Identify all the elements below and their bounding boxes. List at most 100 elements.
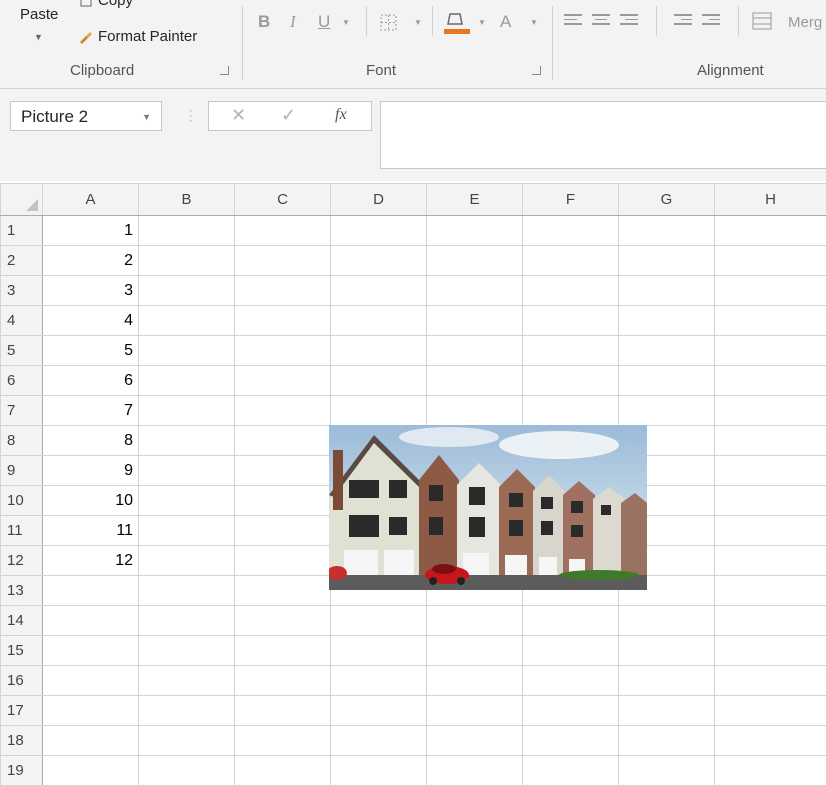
cell-f17[interactable] bbox=[523, 696, 619, 726]
underline-dropdown-icon[interactable]: ▼ bbox=[342, 18, 350, 27]
row-header[interactable]: 7 bbox=[1, 396, 43, 426]
cell-b14[interactable] bbox=[139, 606, 235, 636]
cell-h1[interactable] bbox=[715, 216, 826, 246]
column-header[interactable]: D bbox=[331, 184, 427, 216]
cell-b4[interactable] bbox=[139, 306, 235, 336]
cell-e19[interactable] bbox=[427, 756, 523, 786]
cell-h17[interactable] bbox=[715, 696, 826, 726]
fill-color-dropdown-icon[interactable]: ▼ bbox=[478, 18, 486, 27]
cell-c12[interactable] bbox=[235, 546, 331, 576]
cell-f4[interactable] bbox=[523, 306, 619, 336]
borders-button[interactable] bbox=[380, 14, 398, 37]
cell-f1[interactable] bbox=[523, 216, 619, 246]
cell-c4[interactable] bbox=[235, 306, 331, 336]
cell-e15[interactable] bbox=[427, 636, 523, 666]
cell-g7[interactable] bbox=[619, 396, 715, 426]
row-header[interactable]: 11 bbox=[1, 516, 43, 546]
cell-b13[interactable] bbox=[139, 576, 235, 606]
select-all-button[interactable] bbox=[1, 184, 43, 216]
cell-e1[interactable] bbox=[427, 216, 523, 246]
cell-g5[interactable] bbox=[619, 336, 715, 366]
cell-h16[interactable] bbox=[715, 666, 826, 696]
formula-input[interactable] bbox=[380, 101, 826, 169]
decrease-indent-icon[interactable] bbox=[674, 14, 692, 28]
cell-d19[interactable] bbox=[331, 756, 427, 786]
row-header[interactable]: 6 bbox=[1, 366, 43, 396]
cell-d4[interactable] bbox=[331, 306, 427, 336]
column-header[interactable]: C bbox=[235, 184, 331, 216]
cell-a13[interactable] bbox=[43, 576, 139, 606]
cell-h13[interactable] bbox=[715, 576, 826, 606]
cell-a16[interactable] bbox=[43, 666, 139, 696]
increase-indent-icon[interactable] bbox=[702, 14, 720, 28]
cell-h10[interactable] bbox=[715, 486, 826, 516]
cell-c9[interactable] bbox=[235, 456, 331, 486]
cell-g19[interactable] bbox=[619, 756, 715, 786]
cell-a6[interactable]: 6 bbox=[43, 366, 139, 396]
font-color-button[interactable]: A bbox=[500, 12, 511, 32]
cell-a19[interactable] bbox=[43, 756, 139, 786]
font-color-dropdown-icon[interactable]: ▼ bbox=[530, 18, 538, 27]
align-left-icon[interactable] bbox=[564, 14, 582, 28]
cell-d1[interactable] bbox=[331, 216, 427, 246]
format-painter-button[interactable]: Format Painter bbox=[78, 28, 197, 45]
cell-f16[interactable] bbox=[523, 666, 619, 696]
fill-color-button[interactable] bbox=[444, 10, 472, 41]
cell-g18[interactable] bbox=[619, 726, 715, 756]
townhouse-picture[interactable] bbox=[329, 425, 647, 590]
row-header[interactable]: 9 bbox=[1, 456, 43, 486]
cell-e4[interactable] bbox=[427, 306, 523, 336]
cell-a12[interactable]: 12 bbox=[43, 546, 139, 576]
row-header[interactable]: 18 bbox=[1, 726, 43, 756]
column-header[interactable]: B bbox=[139, 184, 235, 216]
cell-g16[interactable] bbox=[619, 666, 715, 696]
cell-f3[interactable] bbox=[523, 276, 619, 306]
cell-c19[interactable] bbox=[235, 756, 331, 786]
cell-c15[interactable] bbox=[235, 636, 331, 666]
cell-c6[interactable] bbox=[235, 366, 331, 396]
cell-e6[interactable] bbox=[427, 366, 523, 396]
cell-e3[interactable] bbox=[427, 276, 523, 306]
cell-a15[interactable] bbox=[43, 636, 139, 666]
cell-a1[interactable]: 1 bbox=[43, 216, 139, 246]
cell-b17[interactable] bbox=[139, 696, 235, 726]
row-header[interactable]: 3 bbox=[1, 276, 43, 306]
cell-a8[interactable]: 8 bbox=[43, 426, 139, 456]
cell-h3[interactable] bbox=[715, 276, 826, 306]
column-header[interactable]: G bbox=[619, 184, 715, 216]
row-header[interactable]: 15 bbox=[1, 636, 43, 666]
cell-h12[interactable] bbox=[715, 546, 826, 576]
cell-a2[interactable]: 2 bbox=[43, 246, 139, 276]
row-header[interactable]: 10 bbox=[1, 486, 43, 516]
cell-e7[interactable] bbox=[427, 396, 523, 426]
clipboard-launcher-icon[interactable] bbox=[220, 66, 229, 75]
cell-h6[interactable] bbox=[715, 366, 826, 396]
cell-a17[interactable] bbox=[43, 696, 139, 726]
cell-a14[interactable] bbox=[43, 606, 139, 636]
cell-d2[interactable] bbox=[331, 246, 427, 276]
cell-b16[interactable] bbox=[139, 666, 235, 696]
cell-a5[interactable]: 5 bbox=[43, 336, 139, 366]
cell-g15[interactable] bbox=[619, 636, 715, 666]
cell-b15[interactable] bbox=[139, 636, 235, 666]
cell-h19[interactable] bbox=[715, 756, 826, 786]
cell-c8[interactable] bbox=[235, 426, 331, 456]
column-header[interactable]: F bbox=[523, 184, 619, 216]
cell-f5[interactable] bbox=[523, 336, 619, 366]
cell-a11[interactable]: 11 bbox=[43, 516, 139, 546]
cell-c5[interactable] bbox=[235, 336, 331, 366]
cell-h15[interactable] bbox=[715, 636, 826, 666]
insert-function-button[interactable]: fx bbox=[335, 106, 347, 124]
cell-h18[interactable] bbox=[715, 726, 826, 756]
column-header[interactable]: A bbox=[43, 184, 139, 216]
column-header[interactable]: H bbox=[715, 184, 826, 216]
check-icon[interactable]: ✓ bbox=[281, 105, 296, 126]
cell-b5[interactable] bbox=[139, 336, 235, 366]
cell-h9[interactable] bbox=[715, 456, 826, 486]
cell-d15[interactable] bbox=[331, 636, 427, 666]
align-center-icon[interactable] bbox=[592, 14, 610, 28]
cell-h7[interactable] bbox=[715, 396, 826, 426]
cell-a7[interactable]: 7 bbox=[43, 396, 139, 426]
cell-a9[interactable]: 9 bbox=[43, 456, 139, 486]
cell-b8[interactable] bbox=[139, 426, 235, 456]
